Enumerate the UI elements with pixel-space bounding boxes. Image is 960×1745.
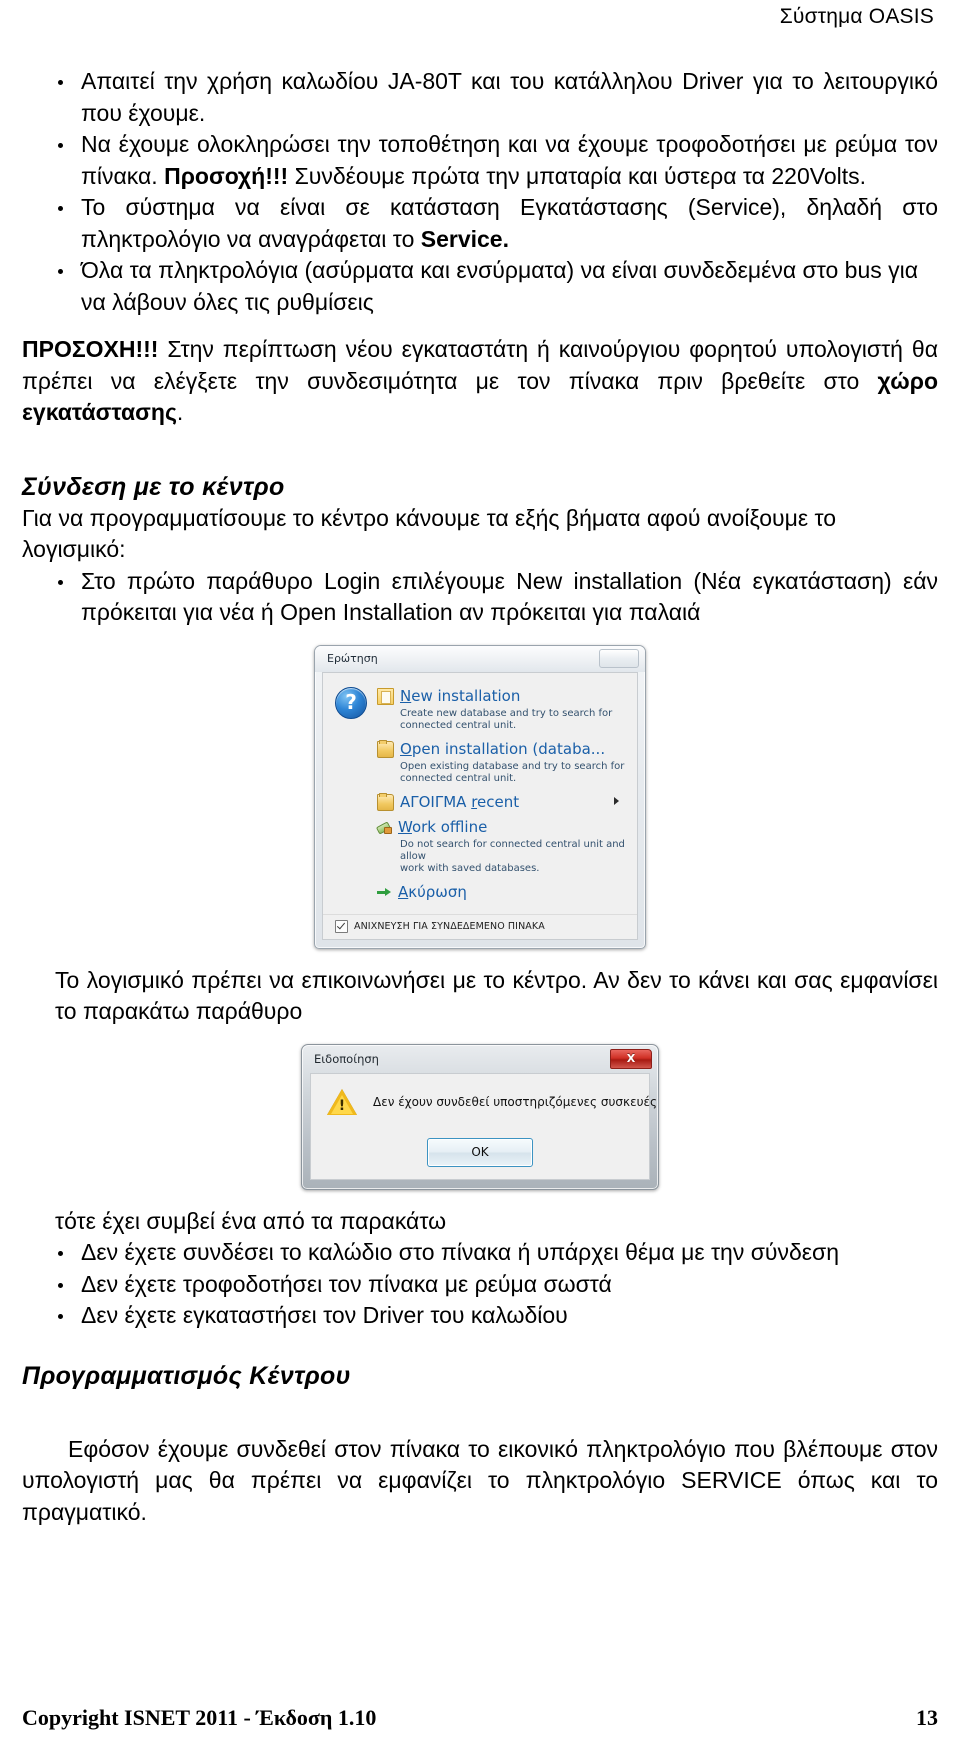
list-item: Στο πρώτο παράθυρο Login επιλέγουμε New … [22, 566, 938, 629]
question-dialog-titlebar: Ερώτηση [315, 645, 645, 672]
command-link-list: New installation Create new database and… [377, 685, 627, 908]
attention-paragraph: ΠΡΟΣΟΧΗ!!! Στην περίπτωση νέου εγκαταστά… [22, 334, 938, 429]
list-item: Απαιτεί την χρήση καλωδίου JA-80T και το… [22, 66, 938, 129]
command-link-label: ΑΓΟΙΓΜΑ recent [400, 792, 520, 811]
screenshot-question-dialog: Ερώτηση ? New installation Create new da… [22, 644, 938, 949]
page-content: Απαιτεί την χρήση καλωδίου JA-80T και το… [22, 66, 938, 1528]
after-shot1-paragraph: Το λογισμικό πρέπει να επικοινωνήσει με … [22, 965, 938, 1028]
question-dialog-title: Ερώτηση [327, 652, 378, 665]
close-icon[interactable] [599, 649, 639, 668]
copyright-text: Copyright ISNET 2011 - Έκδοση 1.10 [22, 1705, 377, 1730]
checkbox-label: ΑΝΙΧΝΕΥΣΗ ΓΙΑ ΣΥΝΔΕΔΕΜΕΝΟ ΠΙΝΑΚΑ [354, 920, 545, 932]
attention-text: Στην περίπτωση νέου εγκαταστάτη ή καινού… [22, 336, 938, 394]
question-dialog-window: Ερώτηση ? New installation Create new da… [314, 644, 646, 949]
ok-button[interactable]: OK [427, 1137, 533, 1167]
notice-dialog-title: Ειδοποίηση [314, 1051, 379, 1066]
emphasis-service: Service. [420, 225, 509, 252]
notice-dialog-body: ! Δεν έχουν συνδεθεί υποστηριζόμενες συσ… [310, 1072, 657, 1180]
list-item: Το σύστημα να είναι σε κατάσταση Εγκατάσ… [22, 192, 938, 255]
chevron-right-icon [614, 797, 619, 805]
after-shot2-paragraph: τότε έχει συμβεί ένα από τα παρακάτω [55, 1207, 447, 1234]
list-item-text: Δεν έχετε τροφοδοτήσει τον πίνακα με ρεύ… [81, 1270, 612, 1297]
section-intro: Για να προγραμματίσουμε το κέντρο κάνουμ… [22, 504, 837, 563]
section-title-programming: Προγραμματισμός Κέντρου [22, 1361, 351, 1390]
list-item: Να έχουμε ολοκληρώσει την τοποθέτηση και… [22, 129, 938, 192]
close-icon[interactable]: X [610, 1048, 652, 1069]
list-item: Όλα τα πληκτρολόγια (ασύρματα και ενσύρμ… [22, 255, 938, 318]
command-link-label: New installation [400, 686, 521, 705]
warning-icon: ! [327, 1088, 357, 1116]
task-dialog-content: ? New installation Create new database a… [323, 673, 637, 914]
login-steps-list: Στο πρώτο παράθυρο Login επιλέγουμε New … [22, 566, 938, 629]
command-link-open-recent[interactable]: ΑΓΟΙΓΜΑ recent [377, 791, 627, 812]
list-item: Δεν έχετε εγκαταστήσει τον Driver του κα… [22, 1300, 938, 1332]
list-item-text: Στο πρώτο παράθυρο Login επιλέγουμε New … [81, 567, 938, 626]
list-item-text: Απαιτεί την χρήση καλωδίου JA-80T και το… [81, 68, 938, 126]
command-link-new-installation[interactable]: New installation [377, 685, 627, 706]
requirements-list: Απαιτεί την χρήση καλωδίου JA-80T και το… [22, 66, 938, 318]
folder-open-icon [377, 739, 394, 758]
notice-message-row: ! Δεν έχουν συνδεθεί υποστηριζόμενες συσ… [327, 1088, 657, 1116]
section-title-connection: Σύνδεση με το κέντρο [22, 472, 285, 501]
notice-dialog-titlebar: Ειδοποίηση X [302, 1045, 658, 1073]
command-link-work-offline[interactable]: Work offline [377, 816, 627, 837]
after-shot1-text: Το λογισμικό πρέπει να επικοινωνήσει με … [55, 966, 938, 1025]
command-link-label: Ακύρωση [398, 882, 467, 901]
document-page: Σύστημα OASIS Απαιτεί την χρήση καλωδίου… [0, 0, 960, 1745]
new-database-icon [377, 687, 394, 705]
plug-offline-icon [377, 820, 392, 835]
list-item-text: Δεν έχετε εγκαταστήσει τον Driver του κα… [81, 1302, 568, 1328]
screenshot-notice-dialog: Ειδοποίηση X ! Δεν έχουν συνδεθεί υποστη… [22, 1043, 938, 1190]
folder-recent-icon [377, 792, 394, 811]
notice-button-row: OK [327, 1137, 633, 1167]
green-arrow-icon [377, 885, 392, 900]
running-header: Σύστημα OASIS [779, 5, 934, 28]
command-link-label: Open installation (databa... [400, 739, 606, 758]
list-item: Δεν έχετε συνδέσει το καλώδιο στο πίνακα… [22, 1237, 938, 1269]
command-link-cancel[interactable]: Ακύρωση [377, 881, 627, 902]
command-link-label: Work offline [398, 817, 488, 836]
notice-dialog-window: Ειδοποίηση X ! Δεν έχουν συνδεθεί υποστη… [301, 1043, 659, 1190]
question-icon: ? [335, 686, 367, 719]
page-footer: Copyright ISNET 2011 - Έκδοση 1.10 13 [22, 1705, 938, 1731]
command-link-note: Create new database and try to search fo… [400, 707, 613, 731]
command-link-note: Open existing database and try to search… [400, 760, 625, 784]
programming-paragraph: Εφόσον έχουμε συνδεθεί στον πίνακα το ει… [22, 1435, 938, 1525]
page-number: 13 [916, 1705, 938, 1730]
command-link-open-installation[interactable]: Open installation (databa... [377, 738, 627, 759]
causes-list: Δεν έχετε συνδέσει το καλώδιο στο πίνακα… [22, 1237, 938, 1332]
list-item-text: Όλα τα πληκτρολόγια (ασύρματα και ενσύρμ… [81, 257, 919, 315]
attention-tail: . [176, 399, 184, 425]
command-link-note: Do not search for connected central unit… [400, 838, 625, 874]
list-item: Δεν έχετε τροφοδοτήσει τον πίνακα με ρεύ… [22, 1269, 938, 1301]
after-shot1-paragraph-wrap: Το λογισμικό πρέπει να επικοινωνήσει με … [22, 965, 938, 1028]
list-item-text: Δεν έχετε συνδέσει το καλώδιο στο πίνακα… [81, 1239, 840, 1265]
checkbox-icon[interactable] [335, 919, 348, 933]
emphasis-attention: Προσοχή!!! [164, 162, 289, 189]
detect-panel-checkbox-row[interactable]: ΑΝΙΧΝΕΥΣΗ ΓΙΑ ΣΥΝΔΕΔΕΜΕΝΟ ΠΙΝΑΚΑ [323, 913, 637, 939]
question-dialog-body: ? New installation Create new database a… [322, 671, 638, 940]
attention-lead: ΠΡΟΣΟΧΗ!!! [22, 336, 159, 362]
notice-message-text: Δεν έχουν συνδεθεί υποστηριζόμενες συσκε… [373, 1094, 658, 1109]
